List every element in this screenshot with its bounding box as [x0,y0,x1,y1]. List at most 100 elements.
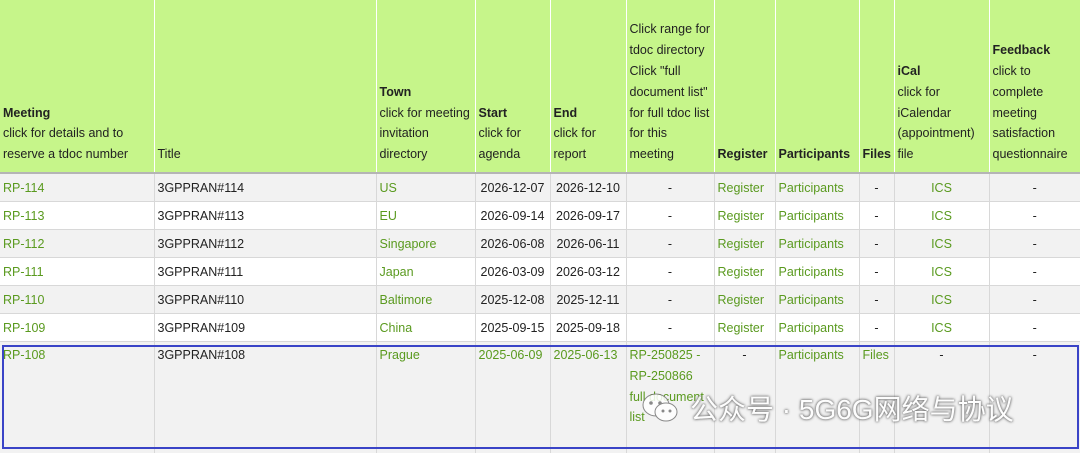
col-participants-title: Participants [778,147,851,162]
table-row: RP-111 3GPPRAN#111 Japan 2026-03-09 2026-03-… [0,257,1080,286]
col-files-header: Files [859,0,895,173]
files-cell: - [859,313,895,342]
col-feedback-title: Feedback [992,43,1051,58]
start-link[interactable]: 2025-06-09 [475,341,551,453]
col-town-header: Town click for meeting invitation directo… [376,0,476,173]
files-cell: - [859,173,895,202]
header-row: Meeting click for details and to reserve … [0,0,1080,173]
town-link[interactable]: Prague [376,341,476,453]
register-link[interactable]: Register [714,229,776,258]
register-link[interactable]: Register [714,285,776,314]
town-link[interactable]: Singapore [376,229,476,258]
col-feedback-sub: click to complete meeting satisfaction q… [992,64,1068,162]
town-link[interactable]: Baltimore [376,285,476,314]
col-start-sub: click for agenda [478,126,521,162]
tdoc-cell: - [626,313,715,342]
col-town-title: Town [379,84,412,99]
town-link[interactable]: US [376,173,476,202]
meeting-link[interactable]: RP-112 [0,229,155,258]
end-date: 2026-09-17 [550,201,627,230]
ical-link[interactable]: ICS [894,201,990,230]
end-date: 2025-12-11 [550,285,627,314]
col-end-title: End [553,105,578,120]
col-tdoc-sub: Click range for tdoc directory Click "fu… [629,22,711,162]
start-date: 2025-12-08 [475,285,551,314]
feedback-cell: - [989,257,1080,286]
col-title-title: Title [157,147,181,162]
col-ical-title: iCal [897,64,921,79]
files-cell: - [859,229,895,258]
register-link[interactable]: Register [714,201,776,230]
col-register-title: Register [717,147,768,162]
town-link[interactable]: EU [376,201,476,230]
col-end-sub: click for report [553,126,596,162]
tdoc-cell: - [626,229,715,258]
register-link[interactable]: Register [714,173,776,202]
start-date: 2026-06-08 [475,229,551,258]
register-link[interactable]: Register [714,313,776,342]
ical-link[interactable]: ICS [894,313,990,342]
meeting-title: 3GPPRAN#110 [154,285,377,314]
table-row: RP-114 3GPPRAN#114 US 2026-12-07 2026-12-10-… [0,173,1080,202]
col-meeting-header: Meeting click for details and to reserve … [0,0,155,173]
col-files-title: Files [862,147,892,162]
start-date: 2026-09-14 [475,201,551,230]
col-register-header: Register [714,0,776,173]
participants-link[interactable]: Participants [775,173,860,202]
participants-link[interactable]: Participants [775,201,860,230]
col-title-header: Title [154,0,377,173]
end-date: 2026-06-11 [550,229,627,258]
ical-link[interactable]: ICS [894,257,990,286]
register-link[interactable]: Register [714,257,776,286]
ical-link[interactable]: ICS [894,173,990,202]
tdoc-range-link[interactable]: RP-250825 - RP-250866 [630,348,701,383]
table-row: RP-112 3GPPRAN#112 Singapore 2026-06-08 2026… [0,229,1080,258]
ical-link[interactable]: ICS [894,229,990,258]
participants-link[interactable]: Participants [775,257,860,286]
feedback-cell: - [989,313,1080,342]
participants-link[interactable]: Participants [775,229,860,258]
meeting-link[interactable]: RP-111 [0,257,155,286]
tdoc-cell: - [626,257,715,286]
meeting-link[interactable]: RP-109 [0,313,155,342]
watermark: 公众号 · 5G6G网络与协议 [640,388,1014,428]
col-end-header: End click for report [550,0,627,173]
meeting-link[interactable]: RP-110 [0,285,155,314]
table-row: RP-113 3GPPRAN#113 EU 2026-09-14 2026-09-17-… [0,201,1080,230]
meeting-title: 3GPPRAN#108 [154,341,377,453]
end-date: 2025-09-18 [550,313,627,342]
table-row: RP-109 3GPPRAN#109 China 2025-09-15 2025-09-… [0,313,1080,342]
ical-link[interactable]: ICS [894,285,990,314]
start-date: 2025-09-15 [475,313,551,342]
tdoc-cell: - [626,173,715,202]
town-link[interactable]: Japan [376,257,476,286]
col-participants-header: Participants [775,0,860,173]
tdoc-cell: - [626,285,715,314]
col-tdoc-header: Click range for tdoc directory Click "fu… [626,0,715,173]
feedback-cell: - [989,229,1080,258]
meetings-page: Meeting click for details and to reserve … [0,0,1080,453]
feedback-cell: - [989,201,1080,230]
end-date: 2026-12-10 [550,173,627,202]
files-cell: - [859,201,895,230]
col-start-header: Start click for agenda [475,0,551,173]
meeting-title: 3GPPRAN#114 [154,173,377,202]
meeting-link[interactable]: RP-114 [0,173,155,202]
col-ical-sub: click for iCalendar (appointment) file [897,84,975,162]
participants-link[interactable]: Participants [775,285,860,314]
meeting-link[interactable]: RP-113 [0,201,155,230]
watermark-text: 公众号 · 5G6G网络与协议 [690,394,1014,425]
feedback-cell: - [989,173,1080,202]
meeting-title: 3GPPRAN#112 [154,229,377,258]
feedback-cell: - [989,285,1080,314]
participants-link[interactable]: Participants [775,313,860,342]
meeting-title: 3GPPRAN#109 [154,313,377,342]
end-date: 2026-03-12 [550,257,627,286]
meeting-link[interactable]: RP-108 [0,341,155,453]
meeting-title: 3GPPRAN#111 [154,257,377,286]
town-link[interactable]: China [376,313,476,342]
start-date: 2026-12-07 [475,173,551,202]
end-link[interactable]: 2025-06-13 [550,341,627,453]
col-meeting-sub: click for details and to reserve a tdoc … [3,126,129,162]
col-feedback-header: Feedback click to complete meeting satisf… [989,0,1080,173]
